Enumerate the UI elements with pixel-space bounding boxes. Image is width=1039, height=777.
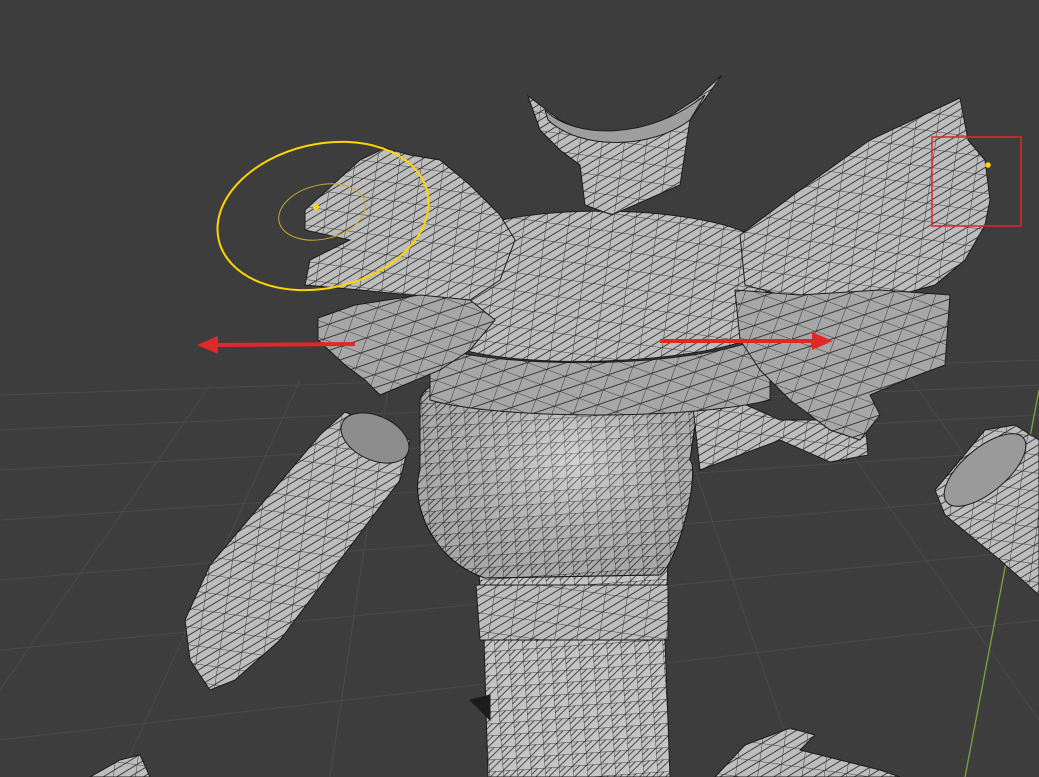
right-shoulder-vertex[interactable]: [985, 162, 991, 168]
viewport-canvas[interactable]: [0, 0, 1039, 777]
left-shoulder-vertex[interactable]: [313, 204, 319, 210]
waist-band: [475, 584, 669, 641]
3d-viewport[interactable]: [0, 0, 1039, 777]
